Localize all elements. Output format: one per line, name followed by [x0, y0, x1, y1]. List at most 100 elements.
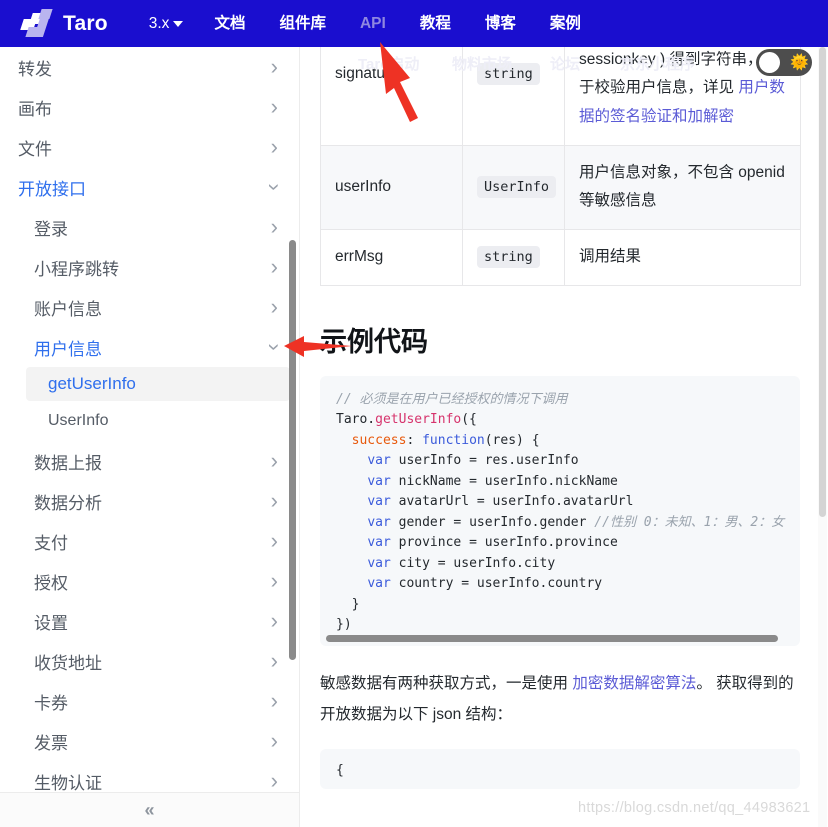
- brand-name: Taro: [63, 12, 108, 36]
- sidebar-item-label: getUserInfo: [48, 374, 136, 394]
- sidebar-item-label: 登录: [34, 215, 68, 240]
- json-code-block: {: [320, 749, 800, 789]
- nav-item-components[interactable]: 组件库: [262, 0, 343, 47]
- sidebar-item-11[interactable]: 数据分析 ›: [0, 481, 300, 521]
- chevron-down-icon: ›: [263, 183, 285, 190]
- sidebar-item-label: 账户信息: [34, 295, 102, 320]
- table-row: signaturestring使用 sha1( rawData + sessio…: [321, 47, 801, 145]
- chevron-right-icon: ›: [271, 610, 278, 632]
- code-block: // 必须是在用户已经授权的情况下调用 Taro.getUserInfo({ s…: [320, 376, 800, 646]
- param-type-cell: string: [463, 230, 565, 286]
- sidebar-item-8[interactable]: getUserInfo: [26, 367, 290, 401]
- chevron-right-icon: ›: [271, 650, 278, 672]
- nav-item-tutorial[interactable]: 教程: [403, 0, 468, 47]
- nav-item-cases[interactable]: 案例: [533, 0, 598, 47]
- chevron-right-icon: ›: [271, 530, 278, 552]
- sidebar-item-10[interactable]: 数据上报 ›: [0, 441, 300, 481]
- version-selector[interactable]: 3.x: [132, 0, 198, 47]
- chevron-right-icon: ›: [271, 296, 278, 318]
- sidebar-item-5[interactable]: 小程序跳转 ›: [0, 247, 300, 287]
- type-token: string: [477, 63, 540, 85]
- param-name-cell: userInfo: [321, 145, 463, 229]
- theme-toggle[interactable]: 🌞: [756, 49, 812, 76]
- sidebar-item-label: 设置: [34, 609, 68, 634]
- main-content: signaturestring使用 sha1( rawData + sessio…: [300, 47, 813, 827]
- section-title-sample-code: 示例代码: [320, 320, 780, 359]
- version-label: 3.x: [149, 0, 170, 47]
- sidebar-item-12[interactable]: 支付 ›: [0, 521, 300, 561]
- sidebar-item-label: 转发: [18, 55, 52, 80]
- sidebar-item-label: 小程序跳转: [34, 255, 119, 280]
- sidebar-item-label: 生物认证: [34, 769, 102, 793]
- table-row: errMsgstring调用结果: [321, 230, 801, 286]
- sidebar-scrollbar[interactable]: [289, 240, 296, 660]
- nav-item-docs[interactable]: 文档: [197, 0, 262, 47]
- sidebar-item-label: 收货地址: [34, 649, 102, 674]
- code-content: // 必须是在用户已经授权的情况下调用 Taro.getUserInfo({ s…: [336, 390, 784, 636]
- chevron-down-icon: ›: [263, 343, 285, 350]
- page-scrollbar[interactable]: [818, 47, 827, 827]
- sidebar-item-18[interactable]: 生物认证 ›: [0, 761, 300, 792]
- top-navbar: Taro 3.x 文档 组件库 API 教程 博客 案例: [0, 0, 828, 47]
- sun-icon: 🌞: [790, 55, 809, 70]
- sidebar-item-label: 开放接口: [18, 175, 86, 200]
- desc-text: 调用结果: [579, 248, 641, 265]
- sidebar-item-label: 卡券: [34, 689, 68, 714]
- sidebar-item-label: 用户信息: [34, 335, 102, 360]
- sidebar-menu: 转发›画布›文件›开放接口›登录›小程序跳转›账户信息›用户信息›getUser…: [0, 47, 300, 792]
- chevron-right-icon: ›: [271, 136, 278, 158]
- chevron-right-icon: ›: [271, 730, 278, 752]
- sidebar-item-label: 数据上报: [34, 449, 102, 474]
- sidebar-item-4[interactable]: 登录 ›: [0, 207, 300, 247]
- sidebar-item-label: 授权: [34, 569, 68, 594]
- sidebar-item-label: 画布: [18, 95, 52, 120]
- sidebar-item-3[interactable]: 开放接口 ›: [0, 167, 300, 207]
- chevron-right-icon: ›: [271, 96, 278, 118]
- sidebar-item-14[interactable]: 设置 ›: [0, 601, 300, 641]
- chevron-right-icon: ›: [271, 216, 278, 238]
- chevron-right-icon: ›: [271, 690, 278, 712]
- sidebar-item-15[interactable]: 收货地址 ›: [0, 641, 300, 681]
- nav-items: 3.x 文档 组件库 API 教程 博客 案例: [132, 0, 598, 47]
- sidebar-item-7[interactable]: 用户信息 ›: [0, 327, 300, 367]
- logo-home-link[interactable]: Taro: [22, 9, 108, 39]
- sidebar-item-9[interactable]: UserInfo: [0, 401, 300, 441]
- collapse-chevrons-icon: «: [144, 800, 154, 821]
- chevron-down-icon: [173, 21, 183, 27]
- chevron-right-icon: ›: [271, 450, 278, 472]
- chevron-right-icon: ›: [271, 490, 278, 512]
- chevron-right-icon: ›: [271, 256, 278, 278]
- toggle-knob: [759, 52, 780, 73]
- paragraph-prefix: 敏感数据有两种获取方式，一是使用: [320, 675, 572, 692]
- chevron-right-icon: ›: [271, 570, 278, 592]
- sidebar-item-13[interactable]: 授权 ›: [0, 561, 300, 601]
- sidebar-item-17[interactable]: 发票 ›: [0, 721, 300, 761]
- type-token: string: [477, 246, 540, 268]
- sidebar-scroll-area: 转发›画布›文件›开放接口›登录›小程序跳转›账户信息›用户信息›getUser…: [0, 47, 300, 792]
- sidebar-item-label: UserInfo: [48, 412, 108, 430]
- sidebar-item-label: 文件: [18, 135, 52, 160]
- param-name-cell: signature: [321, 47, 463, 145]
- sidebar-item-label: 支付: [34, 529, 68, 554]
- desc-text: 用户信息对象，不包含 openid 等敏感信息: [579, 164, 785, 210]
- sidebar-item-label: 发票: [34, 729, 68, 754]
- taro-logo-icon: [22, 9, 54, 39]
- sidebar-item-label: 数据分析: [34, 489, 102, 514]
- link-decrypt-algorithm[interactable]: 加密数据解密算法: [572, 675, 696, 692]
- chevron-right-icon: ›: [271, 770, 278, 792]
- sidebar-item-2[interactable]: 文件 ›: [0, 127, 300, 167]
- nav-item-api[interactable]: API: [343, 0, 403, 47]
- sidebar-collapse-button[interactable]: «: [0, 792, 299, 827]
- sidebar-item-1[interactable]: 画布 ›: [0, 87, 300, 127]
- table-row: userInfoUserInfo用户信息对象，不包含 openid 等敏感信息: [321, 145, 801, 229]
- return-params-table: signaturestring使用 sha1( rawData + sessio…: [320, 47, 801, 286]
- code-horizontal-scrollbar[interactable]: [326, 635, 778, 642]
- param-type-cell: string: [463, 47, 565, 145]
- sidebar-item-0[interactable]: 转发›: [0, 47, 300, 87]
- param-desc-cell: 调用结果: [565, 230, 801, 286]
- sidebar-item-6[interactable]: 账户信息 ›: [0, 287, 300, 327]
- param-desc-cell: 用户信息对象，不包含 openid 等敏感信息: [565, 145, 801, 229]
- sidebar-item-16[interactable]: 卡券 ›: [0, 681, 300, 721]
- sidebar: 转发›画布›文件›开放接口›登录›小程序跳转›账户信息›用户信息›getUser…: [0, 47, 300, 827]
- nav-item-blog[interactable]: 博客: [468, 0, 533, 47]
